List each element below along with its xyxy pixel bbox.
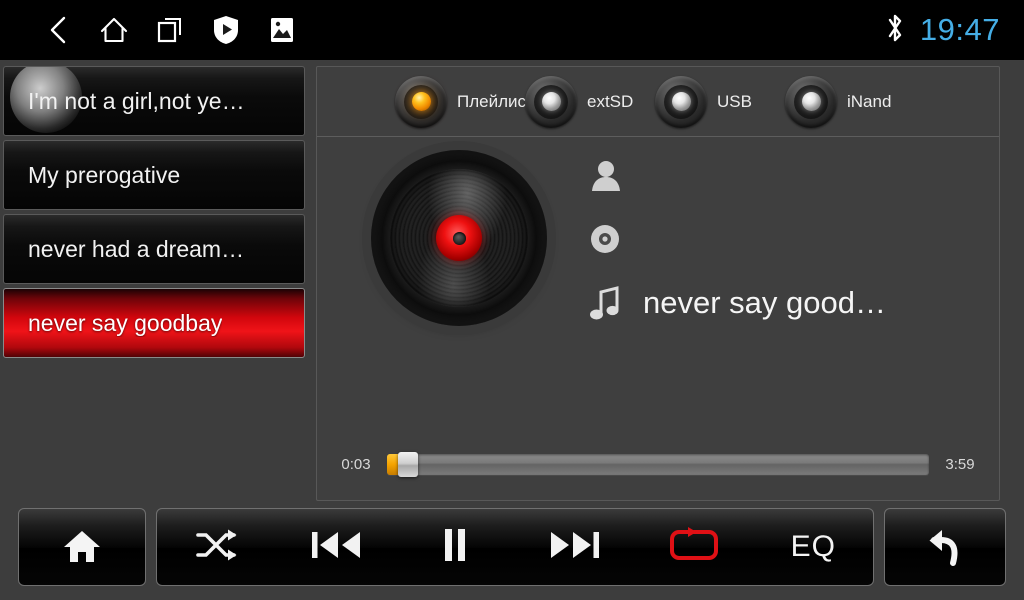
pause-button[interactable] <box>396 509 515 585</box>
playlist-item-selected[interactable]: never say goodbay <box>3 288 305 358</box>
pause-icon <box>440 527 470 568</box>
playlist-item-label: My prerogative <box>28 161 181 188</box>
equalizer-label: EQ <box>790 530 836 563</box>
playlist-item[interactable]: My prerogative <box>3 140 305 210</box>
player-stage: never say good… 0:03 3:59 <box>317 137 999 501</box>
shuffle-button[interactable] <box>157 509 276 585</box>
playlist-item-label: I'm not a girl,not ye… <box>28 87 245 114</box>
status-clock: 19:47 <box>919 12 1000 47</box>
led-indicator-icon <box>525 75 577 128</box>
music-note-icon <box>589 285 643 321</box>
repeat-icon <box>668 526 720 569</box>
status-bar-right: 19:47 <box>884 12 1024 49</box>
transport-buttons: EQ <box>156 508 874 586</box>
metadata-row-album <box>589 207 979 271</box>
metadata-row-title: never say good… <box>589 271 979 335</box>
led-indicator-icon <box>785 75 837 128</box>
music-player-app: 19:47 I'm not a girl,not ye… My prerogat… <box>0 0 1024 600</box>
shuffle-icon <box>195 528 239 567</box>
previous-track-icon <box>310 528 362 567</box>
total-time: 3:59 <box>945 456 975 473</box>
track-title: never say good… <box>643 285 886 320</box>
gallery-image-icon[interactable] <box>254 6 310 54</box>
source-tab-label: extSD <box>587 91 634 111</box>
home-button[interactable] <box>18 508 146 586</box>
next-track-icon <box>549 528 601 567</box>
playlist-item[interactable]: I'm not a girl,not ye… <box>3 66 305 136</box>
equalizer-button[interactable]: EQ <box>754 509 873 585</box>
transport-control-bar: EQ <box>0 502 1024 600</box>
player-panel: Плейлис… extSD USB iNand never say good…… <box>316 66 1000 501</box>
progress-thumb[interactable] <box>398 452 418 477</box>
playlist-sidebar[interactable]: I'm not a girl,not ye… My prerogative ne… <box>3 66 305 362</box>
previous-track-button[interactable] <box>276 509 395 585</box>
led-indicator-icon <box>395 75 447 128</box>
led-indicator-icon <box>655 75 707 128</box>
person-icon <box>589 158 643 192</box>
source-tab-playlist[interactable]: Плейлис… <box>395 75 543 128</box>
recents-icon[interactable] <box>142 6 198 54</box>
source-tab-label: iNand <box>847 91 892 111</box>
source-tab-label: USB <box>717 91 752 111</box>
track-metadata: never say good… <box>589 143 979 335</box>
source-tab-inand[interactable]: iNand <box>785 75 915 128</box>
back-icon[interactable] <box>30 6 86 54</box>
source-selector: Плейлис… extSD USB iNand <box>317 67 999 137</box>
status-bar: 19:47 <box>0 0 1024 60</box>
vinyl-record-icon[interactable] <box>371 150 547 326</box>
playlist-item-label: never had a dream… <box>28 235 245 262</box>
progress-fill <box>387 454 398 475</box>
next-track-button[interactable] <box>515 509 634 585</box>
progress-slider[interactable] <box>387 452 929 477</box>
playlist-item-label: never say goodbay <box>28 309 223 336</box>
progress-area: 0:03 3:59 <box>317 452 999 477</box>
metadata-row-artist <box>589 143 979 207</box>
home-icon[interactable] <box>86 6 142 54</box>
home-icon[interactable] <box>19 509 145 585</box>
bluetooth-icon <box>884 12 906 49</box>
return-arrow-icon[interactable] <box>885 509 1005 585</box>
repeat-button[interactable] <box>634 509 753 585</box>
elapsed-time: 0:03 <box>341 456 371 473</box>
back-button[interactable] <box>884 508 1006 586</box>
disc-icon <box>589 223 643 255</box>
play-protect-shield-icon[interactable] <box>198 6 254 54</box>
system-navigation <box>0 6 310 54</box>
playlist-item[interactable]: never had a dream… <box>3 214 305 284</box>
source-tab-extsd[interactable]: extSD <box>525 75 655 128</box>
source-tab-usb[interactable]: USB <box>655 75 785 128</box>
